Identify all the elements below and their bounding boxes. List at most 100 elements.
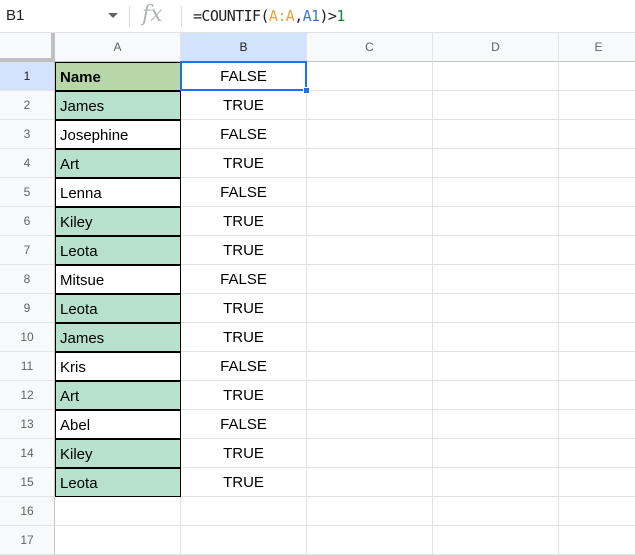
cell-b11[interactable]: FALSE [181,352,307,381]
row-header-13[interactable]: 13 [0,410,55,439]
cell-e17[interactable] [559,526,635,555]
cell-d14[interactable] [433,439,559,468]
row-header-3[interactable]: 3 [0,120,55,149]
cell-e13[interactable] [559,410,635,439]
row-header-7[interactable]: 7 [0,236,55,265]
cell-b13[interactable]: FALSE [181,410,307,439]
row-header-15[interactable]: 15 [0,468,55,497]
column-header-a[interactable]: A [55,33,181,62]
cell-c3[interactable] [307,120,433,149]
row-header-1[interactable]: 1 [0,62,55,91]
cell-a7[interactable]: Leota [55,236,181,265]
cell-e11[interactable] [559,352,635,381]
column-header-d[interactable]: D [433,33,559,62]
cell-e1[interactable] [559,62,635,91]
row-header-4[interactable]: 4 [0,149,55,178]
row-header-14[interactable]: 14 [0,439,55,468]
cell-e15[interactable] [559,468,635,497]
cell-d3[interactable] [433,120,559,149]
cell-c4[interactable] [307,149,433,178]
cell-a3[interactable]: Josephine [55,120,181,149]
cell-a12[interactable]: Art [55,381,181,410]
row-header-16[interactable]: 16 [0,497,55,526]
cell-c14[interactable] [307,439,433,468]
cell-e9[interactable] [559,294,635,323]
cell-b2[interactable]: TRUE [181,91,307,120]
row-header-11[interactable]: 11 [0,352,55,381]
cell-a2[interactable]: James [55,91,181,120]
cell-a5[interactable]: Lenna [55,178,181,207]
cell-e7[interactable] [559,236,635,265]
cell-a11[interactable]: Kris [55,352,181,381]
cell-e6[interactable] [559,207,635,236]
cell-d5[interactable] [433,178,559,207]
cell-a4[interactable]: Art [55,149,181,178]
cell-b1[interactable]: FALSE [181,62,307,91]
cell-c6[interactable] [307,207,433,236]
cell-a8[interactable]: Mitsue [55,265,181,294]
column-header-b[interactable]: B [181,33,307,62]
row-header-5[interactable]: 5 [0,178,55,207]
cell-b7[interactable]: TRUE [181,236,307,265]
name-box[interactable]: B1 [0,0,126,33]
cell-c15[interactable] [307,468,433,497]
row-header-9[interactable]: 9 [0,294,55,323]
cell-d15[interactable] [433,468,559,497]
cell-a6[interactable]: Kiley [55,207,181,236]
formula-input[interactable]: =COUNTIF(A:A,A1)>1 [193,7,345,25]
cell-a1[interactable]: Name [55,62,181,91]
chevron-down-icon[interactable] [108,13,118,18]
cell-a9[interactable]: Leota [55,294,181,323]
cell-d13[interactable] [433,410,559,439]
cell-c9[interactable] [307,294,433,323]
cell-c17[interactable] [307,526,433,555]
cell-d8[interactable] [433,265,559,294]
cell-b6[interactable]: TRUE [181,207,307,236]
cell-a13[interactable]: Abel [55,410,181,439]
cell-e8[interactable] [559,265,635,294]
name-box-ref[interactable]: B1 [6,7,24,24]
cell-c13[interactable] [307,410,433,439]
cell-c8[interactable] [307,265,433,294]
cell-d16[interactable] [433,497,559,526]
cell-e4[interactable] [559,149,635,178]
cell-a10[interactable]: James [55,323,181,352]
fill-handle[interactable] [303,87,310,94]
cell-d11[interactable] [433,352,559,381]
cell-b10[interactable]: TRUE [181,323,307,352]
row-header-17[interactable]: 17 [0,526,55,555]
cell-d17[interactable] [433,526,559,555]
cell-e12[interactable] [559,381,635,410]
cell-a17[interactable] [55,526,181,555]
cell-c7[interactable] [307,236,433,265]
cell-b9[interactable]: TRUE [181,294,307,323]
cell-b15[interactable]: TRUE [181,468,307,497]
cell-c2[interactable] [307,91,433,120]
cell-a16[interactable] [55,497,181,526]
row-header-6[interactable]: 6 [0,207,55,236]
cell-d7[interactable] [433,236,559,265]
cell-c1[interactable] [307,62,433,91]
cell-b12[interactable]: TRUE [181,381,307,410]
cell-a14[interactable]: Kiley [55,439,181,468]
cell-e10[interactable] [559,323,635,352]
cell-e3[interactable] [559,120,635,149]
cell-d6[interactable] [433,207,559,236]
cell-d1[interactable] [433,62,559,91]
cell-c16[interactable] [307,497,433,526]
cell-b4[interactable]: TRUE [181,149,307,178]
cell-c12[interactable] [307,381,433,410]
cell-b3[interactable]: FALSE [181,120,307,149]
cell-b5[interactable]: FALSE [181,178,307,207]
cell-c11[interactable] [307,352,433,381]
cell-c10[interactable] [307,323,433,352]
row-header-2[interactable]: 2 [0,91,55,120]
column-header-c[interactable]: C [307,33,433,62]
cell-b17[interactable] [181,526,307,555]
cell-e16[interactable] [559,497,635,526]
row-header-12[interactable]: 12 [0,381,55,410]
cell-d10[interactable] [433,323,559,352]
select-all-corner[interactable] [0,33,55,62]
cell-e2[interactable] [559,91,635,120]
cell-b14[interactable]: TRUE [181,439,307,468]
